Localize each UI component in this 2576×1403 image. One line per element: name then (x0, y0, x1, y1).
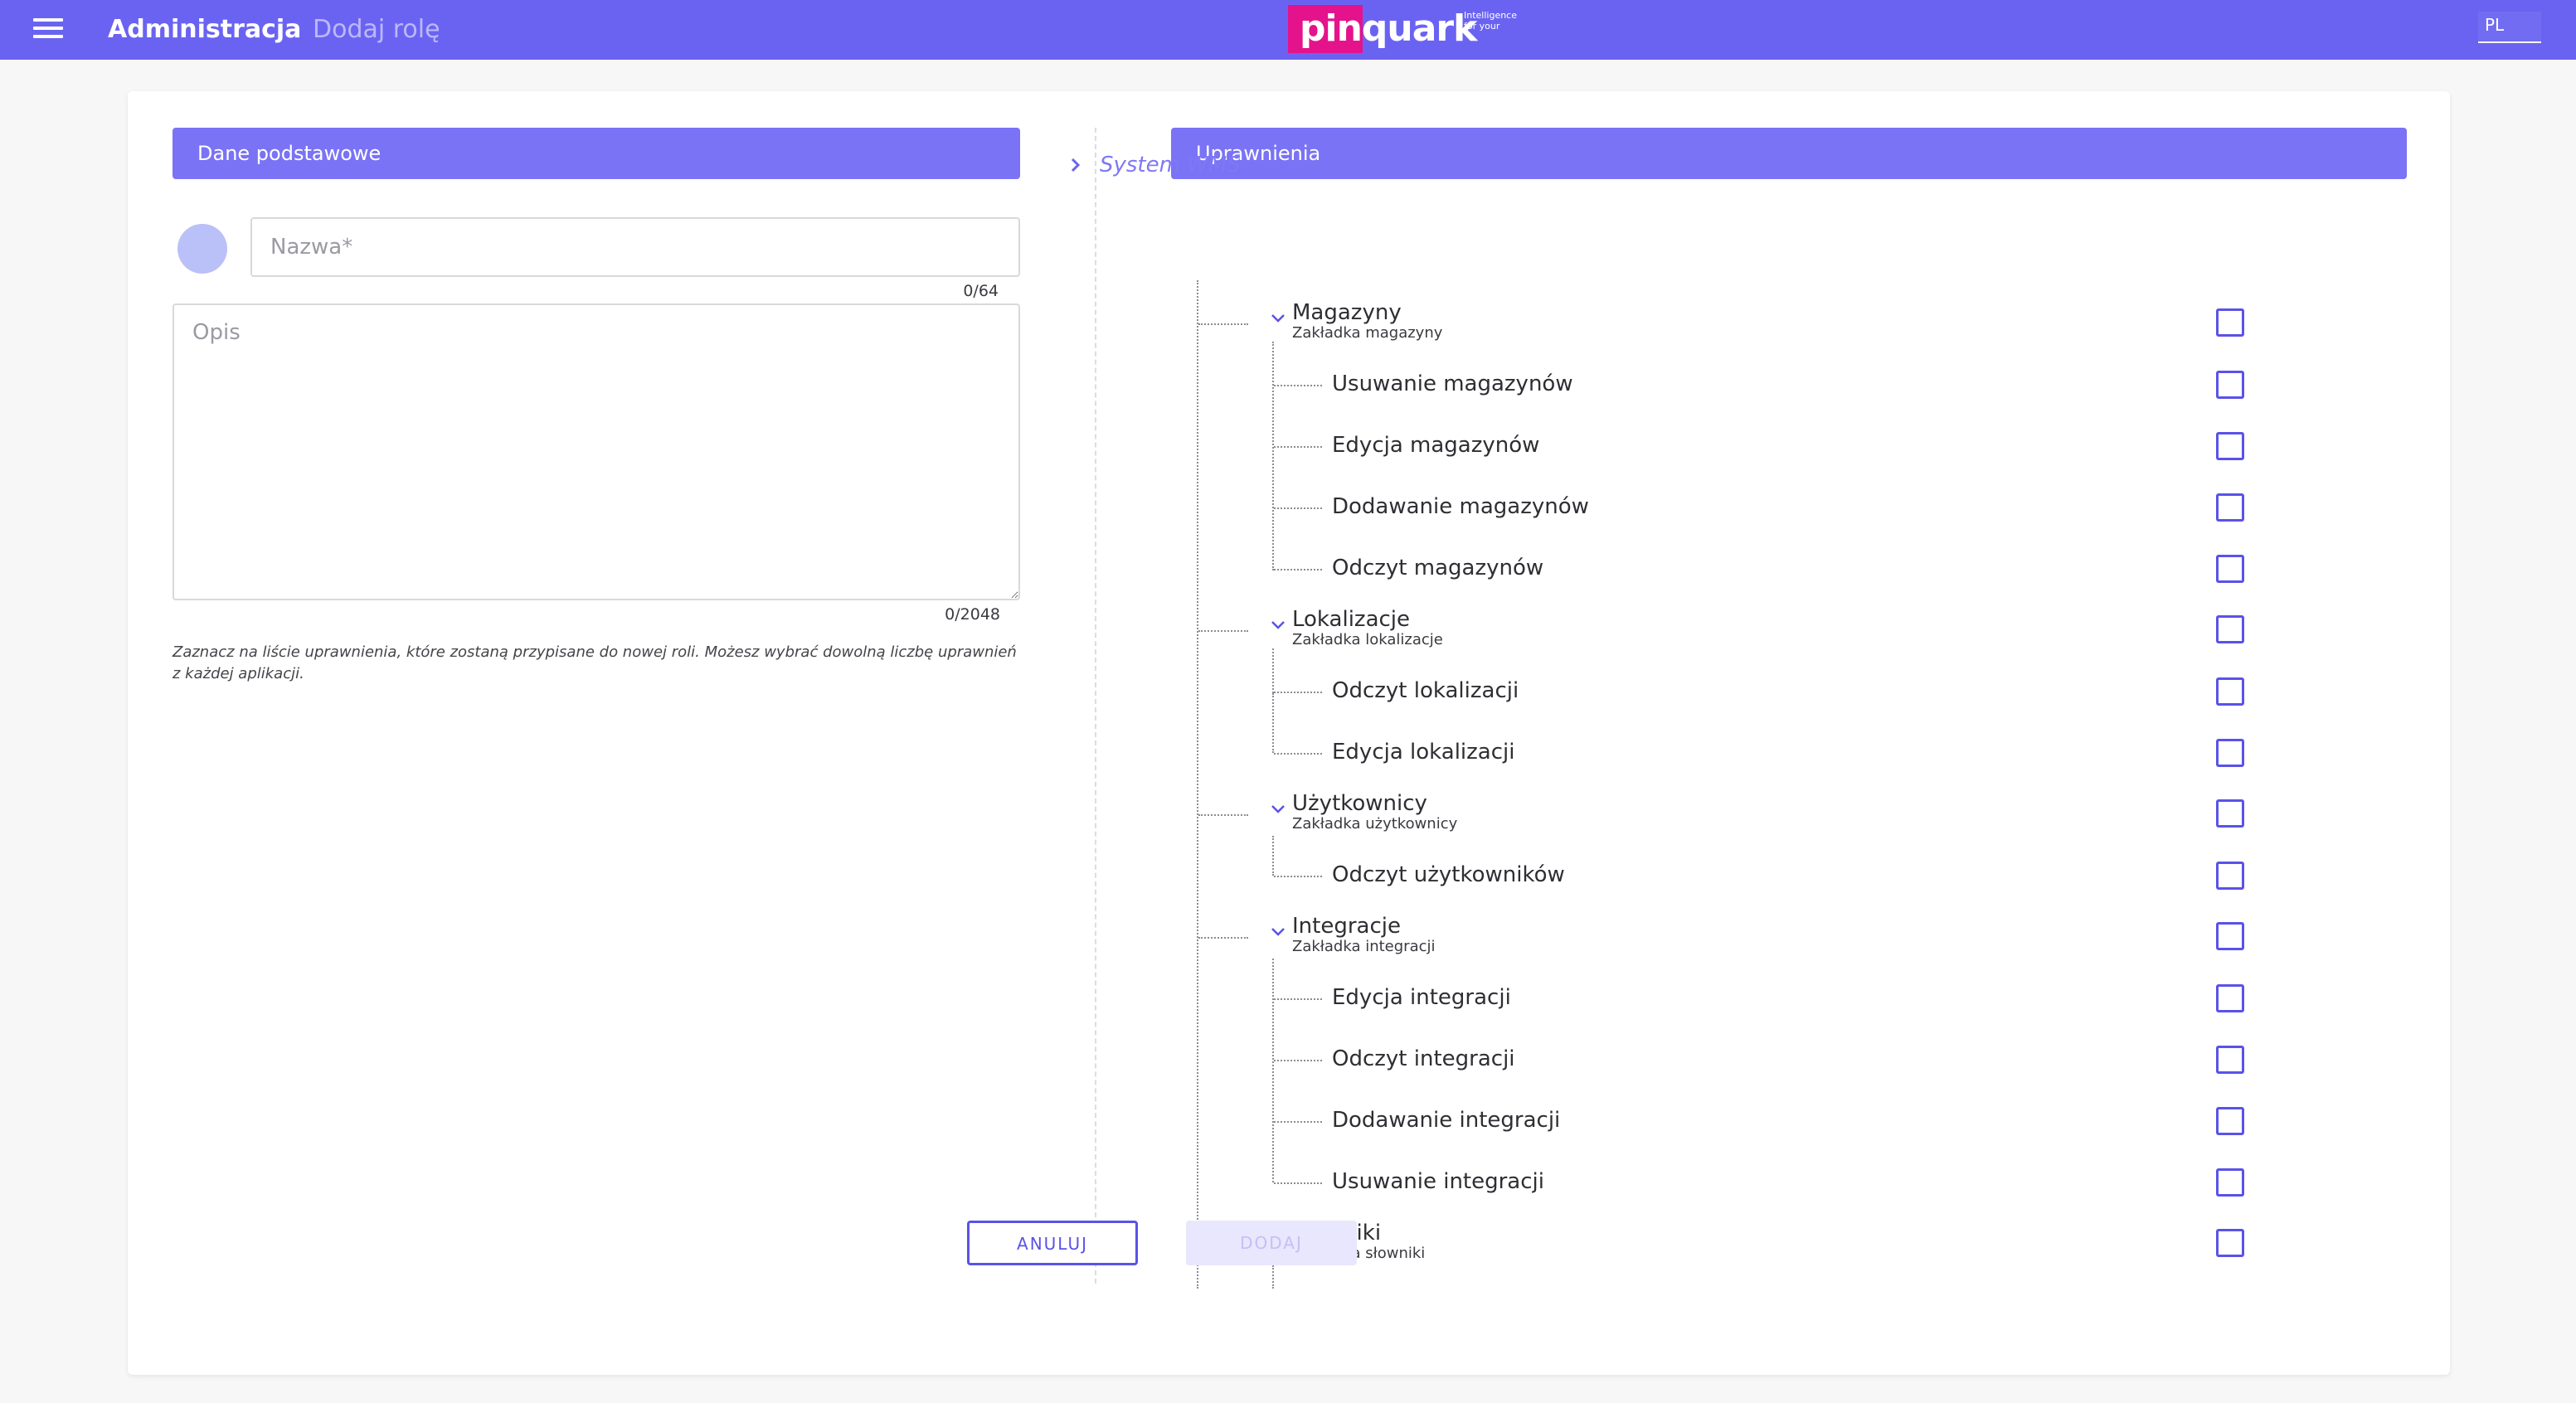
permission-group-label: Lokalizacje Zakładka lokalizacje (1292, 607, 1443, 648)
permission-group-label: Integracje Zakładka integracji (1292, 914, 1436, 955)
permission-checkbox[interactable] (2216, 371, 2244, 399)
permission-label: Dodawanie integracji (1332, 1108, 1561, 1133)
tree-branch-line (1274, 507, 1322, 509)
permission-group-label: Magazyny Zakładka magazyny (1292, 300, 1442, 342)
role-name-input[interactable] (250, 217, 1020, 277)
tree-branch-line (1198, 630, 1248, 632)
group-title: Integracje (1292, 914, 1401, 939)
tree-branch-line (1198, 937, 1248, 939)
group-checkbox[interactable] (2216, 922, 2244, 950)
tree-branch-line (1274, 998, 1322, 1000)
permission-label: Usuwanie magazynów (1332, 371, 1573, 396)
group-subtitle: Zakładka magazyny (1292, 324, 1443, 342)
tree-branch-line (1274, 446, 1322, 448)
tree-branch-line (1198, 323, 1248, 325)
permission-label: Usuwanie integracji (1332, 1169, 1544, 1194)
group-subtitle: Zakładka użytkownicy (1292, 815, 1458, 833)
tree-branch-line (1274, 1121, 1322, 1123)
hamburger-menu-icon[interactable] (33, 18, 63, 41)
role-description-input[interactable] (173, 303, 1020, 600)
permission-label: Edycja integracji (1332, 985, 1511, 1010)
tree-branch-line (1198, 814, 1248, 816)
group-checkbox[interactable] (2216, 799, 2244, 828)
cancel-button[interactable]: ANULUJ (967, 1221, 1138, 1265)
permission-checkbox[interactable] (2216, 677, 2244, 706)
tree-group-line (1272, 836, 1274, 876)
permission-checkbox[interactable] (2216, 493, 2244, 522)
permission-checkbox[interactable] (2216, 862, 2244, 890)
group-title: Użytkownicy (1292, 791, 1427, 816)
tree-branch-line (1274, 1060, 1322, 1061)
tree-group-line (1272, 959, 1274, 1182)
permission-checkbox[interactable] (2216, 739, 2244, 767)
basic-data-header: Dane podstawowe (173, 128, 1020, 179)
tree-branch-line (1274, 876, 1322, 877)
group-checkbox[interactable] (2216, 308, 2244, 337)
permission-label: Odczyt magazynów (1332, 556, 1544, 580)
chevron-down-icon[interactable] (1269, 615, 1287, 634)
permission-checkbox[interactable] (2216, 984, 2244, 1012)
tree-group-line (1272, 693, 1274, 753)
name-char-counter: 0/64 (963, 282, 999, 300)
chevron-right-icon[interactable] (1063, 153, 1088, 177)
column-divider (1095, 128, 1096, 1284)
tree-branch-line (1274, 692, 1322, 693)
tree-group-line (1272, 1265, 1274, 1289)
group-subtitle: Zakładka lokalizacje (1292, 631, 1443, 648)
chevron-down-icon[interactable] (1269, 922, 1287, 940)
tree-trunk-line (1197, 280, 1198, 1289)
tree-branch-line (1274, 1182, 1322, 1184)
tree-branch-line (1274, 753, 1322, 755)
permission-checkbox[interactable] (2216, 555, 2244, 583)
permissions-hint-text: Zaznacz na liście uprawnienia, które zos… (173, 643, 1017, 682)
chevron-down-icon[interactable] (1269, 799, 1287, 818)
group-checkbox[interactable] (2216, 615, 2244, 643)
tree-root-system-wms[interactable]: System WMS (1063, 144, 1241, 186)
add-button[interactable]: DODAJ (1186, 1221, 1357, 1265)
tree-branch-line (1274, 569, 1322, 570)
permission-label: Odczyt lokalizacji (1332, 678, 1519, 703)
permissions-header: Uprawnienia (1171, 128, 2407, 179)
page-title: Dodaj rolę (313, 15, 440, 44)
permission-label: Edycja lokalizacji (1332, 740, 1515, 765)
permission-checkbox[interactable] (2216, 1168, 2244, 1197)
description-char-counter: 0/2048 (945, 605, 1000, 624)
tree-root-label: System WMS (1100, 153, 1241, 177)
chevron-down-icon[interactable] (1269, 308, 1287, 327)
permission-group-label: Użytkownicy Zakładka użytkownicy (1292, 791, 1457, 833)
logo-tagline: Intelligence for your (1464, 10, 1518, 32)
app-title[interactable]: Administracja (108, 13, 301, 46)
permission-label: Edycja magazynów (1332, 433, 1540, 458)
permission-checkbox[interactable] (2216, 1107, 2244, 1135)
permission-label: Odczyt użytkowników (1332, 862, 1565, 887)
tree-group-line (1272, 342, 1274, 570)
group-checkbox[interactable] (2216, 1229, 2244, 1257)
tree-group-line (1272, 648, 1274, 693)
language-selector[interactable]: PL (2478, 12, 2541, 43)
permission-checkbox[interactable] (2216, 1046, 2244, 1074)
group-title: Magazyny (1292, 300, 1402, 325)
group-subtitle: Zakładka integracji (1292, 938, 1436, 955)
role-avatar[interactable] (177, 224, 227, 274)
permission-label: Dodawanie magazynów (1332, 494, 1589, 519)
logo-text: pinquark (1300, 7, 1477, 50)
top-app-bar: Administracja Dodaj rolę pinquark Intell… (0, 0, 2576, 60)
permission-checkbox[interactable] (2216, 432, 2244, 460)
permission-label: Odczyt integracji (1332, 1046, 1515, 1071)
group-title: Lokalizacje (1292, 607, 1411, 632)
tree-branch-line (1274, 385, 1322, 386)
